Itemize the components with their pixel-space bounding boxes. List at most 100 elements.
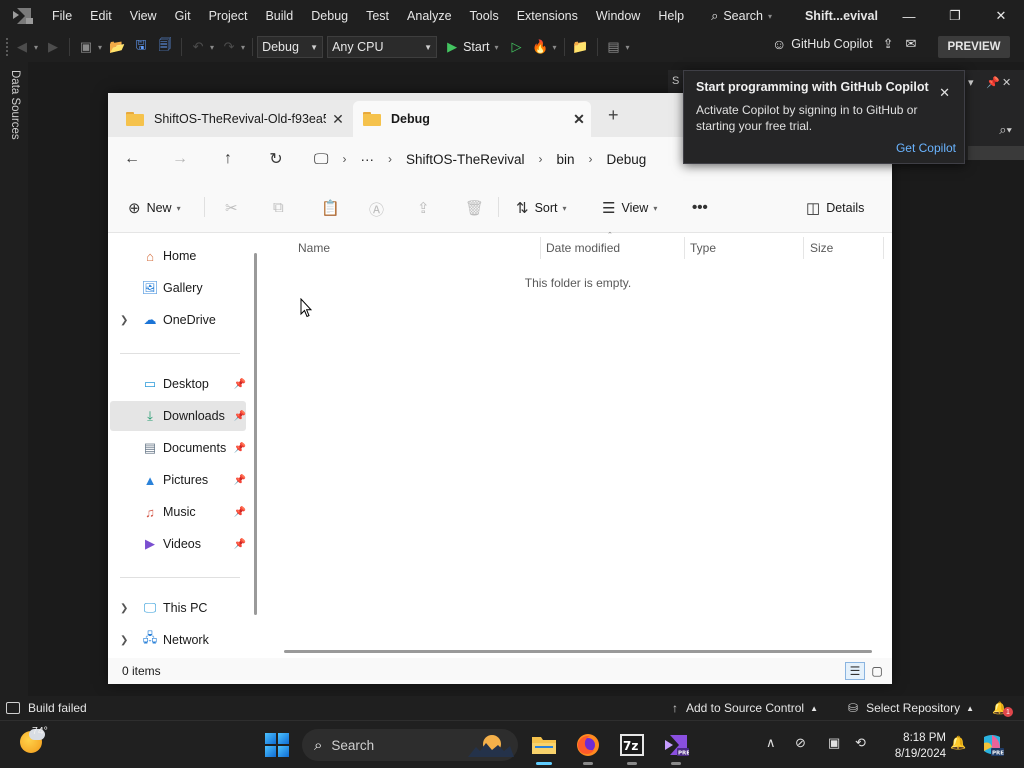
menu-project[interactable]: Project (200, 0, 257, 32)
more-options-icon[interactable]: ••• (692, 199, 708, 216)
show-hidden-icons-chevron-icon[interactable]: ∧ (766, 735, 776, 751)
layout-icon[interactable]: ▤ (605, 38, 623, 56)
add-to-source-control-button[interactable]: ↑ Add to Source Control ▲ (672, 696, 818, 720)
pin-icon[interactable]: 📌 (234, 507, 246, 518)
taskbar-file-explorer[interactable] (528, 729, 560, 765)
taskbar-copilot[interactable]: PRE (976, 729, 1008, 761)
share-icon[interactable]: ⇪ (417, 199, 430, 217)
pin-icon[interactable]: 📌 (234, 411, 246, 422)
details-view-toggle[interactable]: ☰ (845, 662, 865, 680)
select-repository-button[interactable]: ⛁ Select Repository ▲ (848, 696, 974, 720)
column-divider[interactable] (540, 237, 541, 259)
nav-pane-scrollbar[interactable] (254, 253, 257, 615)
visual-studio-logo-icon[interactable] (11, 7, 33, 25)
column-header-name[interactable]: Name (298, 241, 330, 255)
nav-item-gallery[interactable]: 🖼 Gallery (110, 273, 246, 303)
chevron-right-icon[interactable]: › (342, 152, 346, 166)
solution-explorer-icon[interactable]: 📁 (572, 38, 590, 56)
taskbar-7zip[interactable]: 7z (616, 729, 648, 765)
column-header-type[interactable]: Type (690, 241, 716, 255)
minimize-button[interactable]: — (886, 0, 932, 32)
back-button[interactable]: ← (108, 150, 156, 168)
chevron-down-icon[interactable]: ▾ (626, 43, 630, 52)
network-disconnected-icon[interactable]: ⊘ (795, 735, 806, 751)
build-status[interactable]: Build failed (6, 701, 87, 715)
restore-button[interactable]: ❐ (932, 0, 978, 32)
windows-start-button[interactable] (265, 733, 289, 757)
menu-build[interactable]: Build (256, 0, 302, 32)
chevron-down-icon[interactable]: ▾ (34, 43, 38, 52)
chevron-down-icon[interactable]: ▾ (210, 43, 214, 52)
column-divider[interactable] (883, 237, 884, 259)
refresh-button[interactable]: ↻ (252, 149, 300, 169)
tiles-view-toggle[interactable]: ▢ (867, 662, 887, 680)
nav-item-network[interactable]: ❯ 🖧 Network (110, 625, 246, 655)
breadcrumb-overflow[interactable]: ··· (360, 152, 374, 167)
hot-reload-icon[interactable]: 🔥 (531, 38, 549, 56)
details-pane-button[interactable]: ◫ Details (806, 199, 864, 217)
close-button[interactable]: ✕ (978, 0, 1024, 32)
nav-item-this-pc[interactable]: ❯ 🖵 This PC (110, 593, 246, 623)
new-tab-button[interactable]: + (608, 105, 619, 126)
display-icon[interactable]: ▣ (828, 735, 840, 751)
menu-edit[interactable]: Edit (81, 0, 121, 32)
new-button[interactable]: ⊕ New ▾ (128, 199, 181, 217)
menu-analyze[interactable]: Analyze (398, 0, 460, 32)
navigate-forward-icon[interactable]: ▶ (44, 38, 62, 56)
nav-item-music[interactable]: ♫ Music 📌 (110, 497, 246, 527)
menu-extensions[interactable]: Extensions (508, 0, 587, 32)
search-icon[interactable]: ⌕▾ (999, 122, 1012, 138)
vs-search-button[interactable]: ⌕ Search ▾ (703, 8, 783, 24)
chevron-right-icon[interactable]: ❯ (120, 635, 128, 646)
chevron-down-icon[interactable]: ▾ (552, 43, 556, 52)
pin-icon[interactable]: 📌 (986, 76, 1000, 89)
nav-item-desktop[interactable]: ▭ Desktop 📌 (110, 369, 246, 399)
menu-view[interactable]: View (121, 0, 166, 32)
taskbar-clock[interactable]: 8:18 PM 8/19/2024 (876, 730, 946, 762)
open-folder-icon[interactable]: 📂 (108, 38, 126, 56)
explorer-tab-shiftos-old[interactable]: ShiftOS-TheRevival-Old-f93ea5 ✕ (116, 101, 350, 137)
forward-button[interactable]: → (156, 150, 204, 168)
menu-help[interactable]: Help (649, 0, 693, 32)
close-icon[interactable]: ✕ (326, 111, 350, 128)
menu-git[interactable]: Git (166, 0, 200, 32)
column-divider[interactable] (803, 237, 804, 259)
nav-item-onedrive[interactable]: ❯ ☁ OneDrive (110, 305, 246, 335)
toolbar-grip[interactable] (6, 38, 10, 56)
redo-icon[interactable]: ↷ (220, 38, 238, 56)
menu-test[interactable]: Test (357, 0, 398, 32)
chevron-right-icon[interactable]: ❯ (120, 603, 128, 614)
chevron-down-icon[interactable]: ▾ (98, 43, 102, 52)
menu-file[interactable]: File (43, 0, 81, 32)
preview-badge[interactable]: PREVIEW (938, 36, 1010, 58)
platform-select[interactable]: Any CPU ▼ (327, 36, 438, 58)
save-icon[interactable]: 🖫 (132, 37, 150, 56)
breadcrumb-item[interactable]: bin (557, 152, 575, 167)
explorer-tab-debug[interactable]: Debug ✕ (353, 101, 591, 137)
weather-widget[interactable]: 74° (20, 725, 48, 753)
paste-icon[interactable]: 📋 (321, 199, 340, 217)
copy-icon[interactable]: ⧉ (273, 199, 284, 216)
pin-icon[interactable]: 📌 (234, 539, 246, 550)
start-without-debugging-icon[interactable]: ▷ (507, 38, 525, 56)
nav-item-documents[interactable]: ▤ Documents 📌 (110, 433, 246, 463)
breadcrumb-item[interactable]: ShiftOS-TheRevival (406, 152, 525, 167)
start-button[interactable]: ▶ Start ▾ (447, 39, 501, 55)
chevron-right-icon[interactable]: › (539, 152, 543, 166)
chevron-right-icon[interactable]: ❯ (120, 315, 128, 326)
notification-bell-icon[interactable]: 🔔 (950, 735, 966, 751)
delete-icon[interactable]: 🗑 (465, 199, 484, 217)
taskbar-visual-studio[interactable]: PRE (660, 729, 692, 765)
get-copilot-link[interactable]: Get Copilot (896, 141, 956, 155)
chevron-right-icon[interactable]: › (388, 152, 392, 166)
nav-item-pictures[interactable]: ▲ Pictures 📌 (110, 465, 246, 495)
sort-button[interactable]: ⇅ Sort ▾ (516, 199, 567, 217)
column-divider[interactable] (684, 237, 685, 259)
chevron-down-icon[interactable]: ▾ (241, 43, 245, 52)
new-project-icon[interactable]: ▣ (77, 38, 95, 56)
nav-item-downloads[interactable]: ⤓ Downloads 📌 (110, 401, 246, 431)
column-header-date-modified[interactable]: Date modified (546, 241, 620, 255)
close-icon[interactable]: ✕ (567, 111, 591, 128)
pin-icon[interactable]: 📌 (234, 379, 246, 390)
breadcrumb-item[interactable]: Debug (607, 152, 647, 167)
